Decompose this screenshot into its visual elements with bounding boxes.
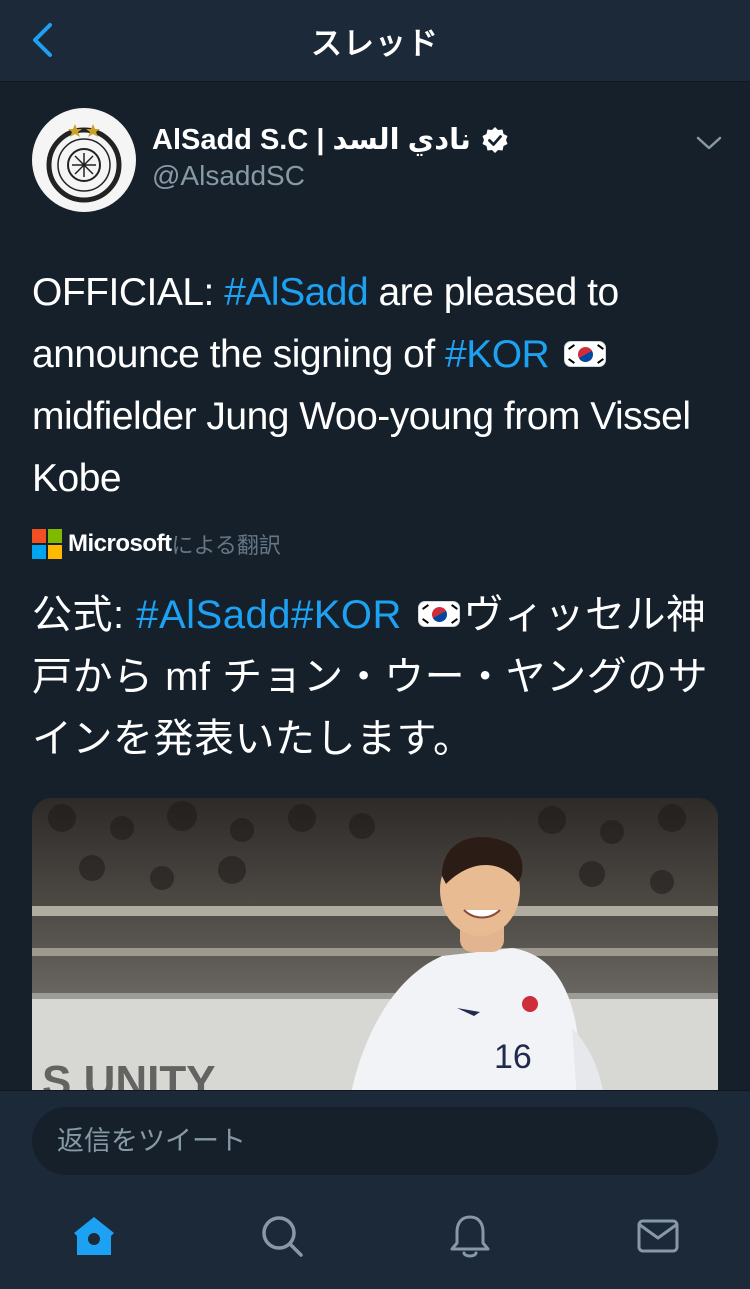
club-crest-icon [34, 110, 134, 210]
tweet-thread-screen: スレッド AlSadd S.C | نادي السد @AlsaddSC OF… [0, 0, 750, 1289]
tab-notifications[interactable] [446, 1212, 494, 1260]
author-name-label: AlSadd S.C | نادي السد [152, 124, 471, 156]
home-icon [74, 1217, 114, 1255]
hashtag-link[interactable]: #KOR [291, 593, 402, 637]
back-button[interactable] [22, 18, 62, 62]
korea-flag-icon [563, 340, 606, 367]
hashtag-link[interactable]: #KOR [445, 333, 550, 376]
author-handle[interactable]: @AlsaddSC [152, 160, 305, 192]
search-icon [262, 1216, 303, 1257]
chevron-left-icon [33, 23, 52, 57]
tweet-options-button[interactable] [692, 128, 726, 158]
verified-badge-icon [481, 126, 509, 154]
player-photo: S UNITY 16 [32, 798, 718, 1098]
bell-icon [450, 1215, 490, 1258]
tweet-media-image[interactable]: S UNITY 16 [32, 798, 718, 1098]
mail-icon [637, 1219, 679, 1253]
translation-brand: Microsoft [68, 530, 172, 557]
tab-search[interactable] [258, 1212, 306, 1260]
bottom-tab-bar [0, 1190, 750, 1289]
tweet-text-segment: midfielder Jung Woo-young from Vissel Ko… [32, 395, 691, 500]
tab-messages[interactable] [634, 1212, 682, 1260]
translation-attribution[interactable]: Microsoft による翻訳 [32, 528, 281, 560]
page-title: スレッド [311, 26, 439, 61]
top-nav-bar: スレッド [0, 0, 750, 82]
translated-text-segment: 公式: [32, 593, 137, 637]
korea-flag-icon [417, 601, 460, 628]
tab-home[interactable] [70, 1212, 118, 1260]
microsoft-logo-icon [32, 529, 62, 559]
chevron-down-icon [696, 136, 722, 150]
translation-suffix: による翻訳 [171, 533, 281, 558]
hashtag-link[interactable]: #AlSadd [224, 271, 368, 314]
avatar[interactable] [32, 108, 136, 212]
tweet-text: OFFICIAL: #AlSadd are pleased to announc… [32, 262, 722, 510]
svg-text:16: 16 [494, 1038, 532, 1076]
tweet-text-segment: OFFICIAL: [32, 271, 225, 314]
reply-bar [0, 1090, 750, 1190]
reply-input[interactable] [32, 1107, 718, 1175]
author-name[interactable]: AlSadd S.C | نادي السد [152, 122, 509, 157]
hashtag-link[interactable]: #AlSadd [136, 593, 291, 637]
translated-tweet-text: 公式: #AlSadd#KOR ヴィッセル神戸から mf チョン・ウー・ヤングの… [32, 584, 722, 770]
